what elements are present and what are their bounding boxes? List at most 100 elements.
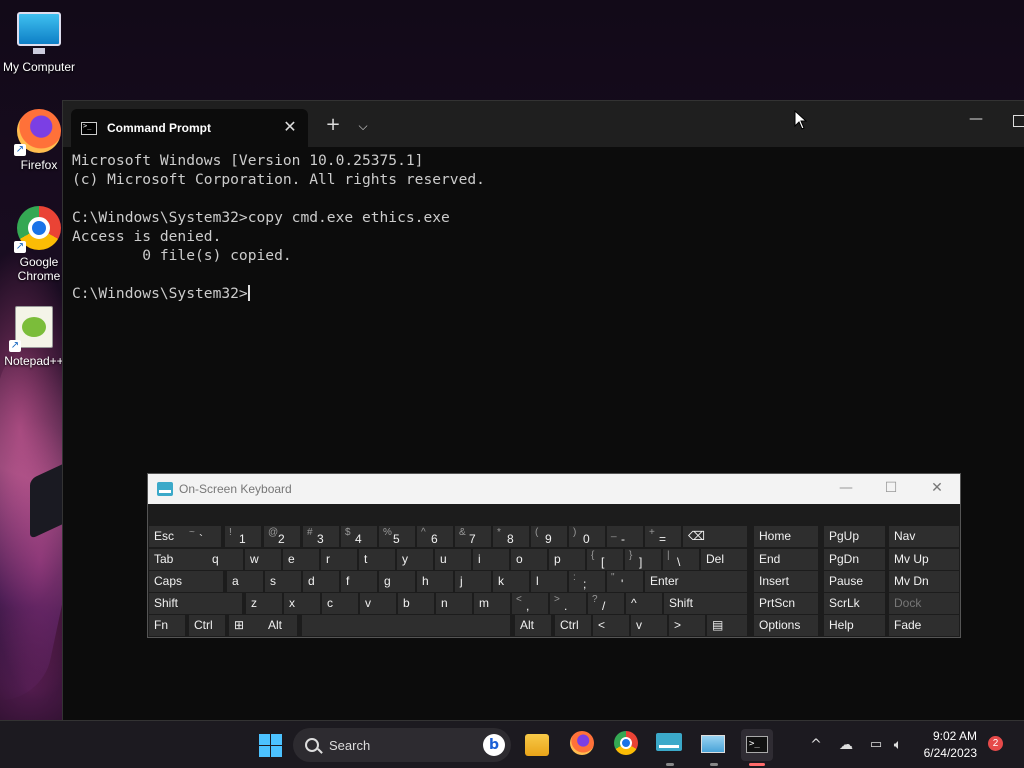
osk-key[interactable]: Fn [149,615,185,636]
osk-key[interactable]: (9 [531,526,567,547]
chevron-up-icon[interactable]: ^ [800,729,832,761]
osk-maximize-button[interactable]: ☐ [881,480,901,496]
osk-key[interactable]: Tab [149,549,211,570]
osk-key[interactable]: Mv Dn [889,571,959,592]
osk-key[interactable]: <, [512,593,548,614]
osk-key[interactable]: s [265,571,301,592]
taskbar[interactable]: Search b >_ ^ ☁ ▭ 🔈︎ 9:02 AM 6/24/2023 [0,720,1024,768]
tab-command-prompt[interactable]: Command Prompt ✕ [71,109,308,147]
osk-key[interactable]: k [493,571,529,592]
osk-key[interactable]: Shift [664,593,747,614]
osk-key[interactable]: >. [550,593,586,614]
maximize-button[interactable] [1013,115,1024,127]
osk-key[interactable]: ⊞ [229,615,265,636]
onedrive-icon[interactable]: ☁ [830,729,862,761]
osk-key[interactable]: _ - [607,526,643,547]
osk-key[interactable]: Ctrl [555,615,591,636]
osk-key[interactable]: + = [645,526,681,547]
osk-key[interactable]: w [245,549,281,570]
osk-key[interactable]: o [511,549,547,570]
osk-key[interactable]: Help [824,615,885,636]
clock-time[interactable]: 9:02 AM [915,729,977,743]
osk-key[interactable]: i [473,549,509,570]
osk-key[interactable]: $4 [341,526,377,547]
osk-key[interactable] [302,615,510,636]
osk-key[interactable]: PgUp [824,526,885,547]
osk-key[interactable]: ScrLk [824,593,885,614]
osk-close-button[interactable]: ✕ [927,480,947,496]
osk-key[interactable]: ! 1 [225,526,261,547]
on-screen-keyboard-window[interactable]: On-Screen Keyboard — ☐ ✕ Esc ~ `! 1 @2 #3 $4% 5… [147,473,961,638]
osk-key[interactable]: Options [754,615,818,636]
osk-key[interactable]: Del [701,549,747,570]
osk-key[interactable]: & 7 [455,526,491,547]
taskbar-osk-icon[interactable] [654,729,686,766]
osk-key[interactable]: * 8 [493,526,529,547]
file-explorer-icon[interactable] [525,734,549,756]
osk-key[interactable]: Caps [149,571,223,592]
osk-key[interactable]: ) 0 [569,526,605,547]
osk-key[interactable]: Shift [149,593,242,614]
osk-key[interactable]: m [474,593,510,614]
osk-key[interactable]: Alt [263,615,297,636]
osk-key[interactable]: ^ [626,593,662,614]
osk-key[interactable]: ▤ [707,615,747,636]
osk-key[interactable]: < [593,615,629,636]
osk-key[interactable]: p [549,549,585,570]
osk-key[interactable]: u [435,549,471,570]
notification-badge[interactable]: 2 [988,736,1003,751]
osk-key[interactable]: Enter [645,571,747,592]
osk-key[interactable]: }] [625,549,661,570]
osk-key[interactable]: r [321,549,357,570]
osk-key[interactable]: c [322,593,358,614]
osk-titlebar[interactable]: On-Screen Keyboard — ☐ ✕ [148,474,960,504]
osk-key[interactable]: ⌫ [683,526,747,547]
osk-key[interactable]: @2 [264,526,300,547]
osk-key[interactable]: Dock [889,593,959,614]
close-tab-icon[interactable]: ✕ [280,117,300,137]
osk-key[interactable]: #3 [303,526,339,547]
start-button[interactable] [256,729,288,761]
osk-key[interactable]: l [531,571,567,592]
osk-key[interactable]: End [754,549,818,570]
osk-key[interactable]: a [227,571,263,592]
osk-key[interactable]: {[ [587,549,623,570]
osk-key[interactable]: ^ 6 [417,526,453,547]
desktop-icon-my-computer[interactable]: My Computer [1,10,77,74]
osk-key[interactable]: ~ ` [185,526,221,547]
chevron-down-icon[interactable]: ⌵ [351,114,375,138]
osk-key[interactable]: y [397,549,433,570]
taskbar-chrome-icon[interactable] [612,729,644,761]
osk-key[interactable]: PrtScn [754,593,818,614]
osk-key[interactable]: j [455,571,491,592]
osk-key[interactable]: b [398,593,434,614]
taskbar-photos-icon[interactable] [698,729,730,766]
osk-key[interactable]: > [669,615,705,636]
osk-key[interactable]: | \ [663,549,699,570]
minimize-button[interactable]: — [963,111,989,133]
osk-key[interactable]: Pause [824,571,885,592]
osk-key[interactable]: Ctrl [189,615,225,636]
osk-key[interactable]: x [284,593,320,614]
taskbar-search-box[interactable]: Search b [293,728,511,762]
osk-key[interactable]: d [303,571,339,592]
osk-key[interactable]: :; [569,571,605,592]
osk-key[interactable]: " ' [607,571,643,592]
terminal-output[interactable]: Microsoft Windows [Version 10.0.25375.1]… [63,147,1024,307]
osk-key[interactable]: t [359,549,395,570]
osk-key[interactable]: f [341,571,377,592]
osk-key[interactable]: Home [754,526,818,547]
taskbar-terminal-icon[interactable]: >_ [741,729,773,766]
osk-key[interactable]: h [417,571,453,592]
osk-key[interactable]: PgDn [824,549,885,570]
osk-key[interactable]: ? / [588,593,624,614]
taskbar-firefox-icon[interactable] [568,729,600,761]
osk-key[interactable]: g [379,571,415,592]
osk-key[interactable]: e [283,549,319,570]
osk-key[interactable]: q [207,549,243,570]
osk-minimize-button[interactable]: — [836,480,856,496]
osk-key[interactable]: Fade [889,615,959,636]
osk-key[interactable]: v [360,593,396,614]
clock-date[interactable]: 6/24/2023 [905,746,977,760]
terminal-prompt-line[interactable]: C:\Windows\System32> [72,284,1015,303]
